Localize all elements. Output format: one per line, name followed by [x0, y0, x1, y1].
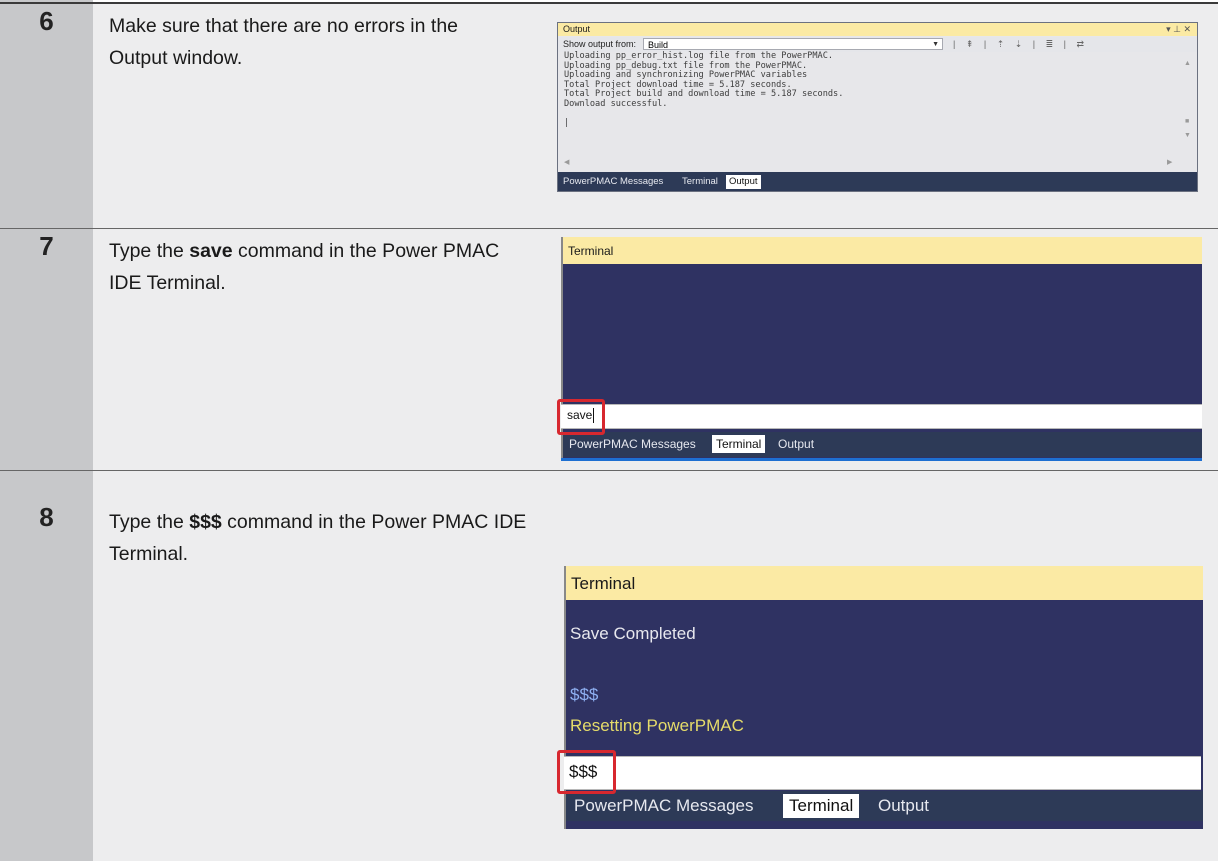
terminal-title: Terminal [571, 574, 636, 593]
output-title: Output [563, 24, 591, 34]
output-log-line: Download successful. [564, 98, 668, 109]
terminal-title: Terminal [568, 244, 614, 258]
tab-terminal[interactable]: Terminal [679, 175, 721, 189]
highlight-box [557, 750, 616, 794]
output-toolbar: Show output from: Build ▼ | ⇞ | ⇡ ⇣ | ≣ … [558, 37, 1197, 52]
step-number-column [0, 0, 93, 861]
tab-terminal[interactable]: Terminal [783, 794, 860, 818]
show-output-label: Show output from: [563, 39, 637, 49]
terminal-command-input[interactable]: save [561, 404, 1202, 429]
terminal-title-bar: Terminal [563, 237, 1202, 264]
terminal-title-bar: Terminal [566, 566, 1203, 600]
chevron-down-icon: ▼ [932, 41, 939, 48]
tab-terminal[interactable]: Terminal [712, 435, 766, 453]
show-output-dropdown[interactable]: Build ▼ [643, 38, 943, 50]
show-output-value: Build [648, 40, 669, 50]
vertical-scrollbar[interactable]: ▲ ■ ▼ [1181, 52, 1195, 170]
terminal-line: $$$ [570, 685, 599, 704]
step-description: Make sure that there are no errors in th… [109, 15, 459, 69]
scroll-right-icon[interactable]: ▶ [1167, 158, 1172, 166]
output-log-line [564, 110, 1174, 120]
output-tab-bar: PowerPMAC Messages Terminal Output [558, 172, 1197, 191]
window-controls-icon[interactable]: ▾ ⊥ ✕ [1166, 23, 1191, 36]
terminal-tab-bar: PowerPMAC Messages Terminal Output [563, 432, 1202, 457]
output-toolbar-icons[interactable]: | ⇞ | ⇡ ⇣ | ≣ | ⇄ [953, 37, 1088, 52]
tab-powerpmac-messages[interactable]: PowerPMAC Messages [565, 435, 700, 453]
step-number: 8 [39, 502, 54, 532]
tab-output[interactable]: Output [726, 175, 761, 189]
step-number: 7 [39, 231, 54, 261]
output-log: Uploading pp_error_hist.log file from th… [564, 51, 1174, 170]
terminal-tab-bar: PowerPMAC Messages Terminal Output [566, 791, 1203, 821]
terminal-line: Resetting PowerPMAC [570, 716, 744, 735]
terminal-line: Save Completed [570, 624, 696, 643]
output-window: Output ▾ ⊥ ✕ Show output from: Build ▼ |… [557, 22, 1198, 192]
output-title-bar: Output ▾ ⊥ ✕ [558, 23, 1197, 36]
highlight-box [557, 399, 605, 435]
tab-powerpmac-messages[interactable]: PowerPMAC Messages [560, 175, 666, 189]
output-log-line: | [564, 118, 570, 129]
terminal-command-input[interactable]: $$$ [564, 756, 1201, 790]
scroll-left-icon[interactable]: ◀ [564, 158, 569, 166]
step-description: Type the $$$ command in the Power PMAC I… [109, 511, 527, 565]
tab-powerpmac-messages[interactable]: PowerPMAC Messages [568, 794, 760, 818]
step-description: Type the save command in the Power PMAC … [109, 240, 500, 294]
step-number: 6 [39, 6, 54, 36]
tab-output[interactable]: Output [774, 435, 818, 453]
terminal-bottom-accent [561, 458, 1202, 461]
tab-output[interactable]: Output [872, 794, 935, 818]
